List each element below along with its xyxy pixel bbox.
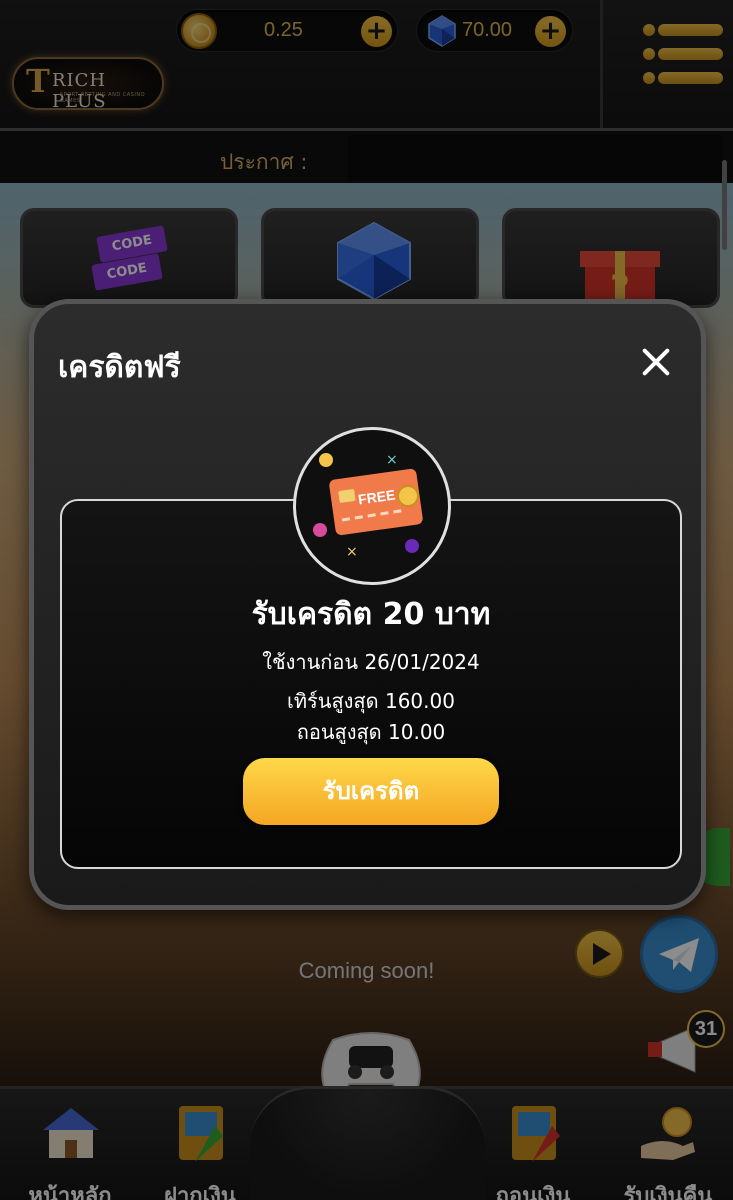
modal-title: เครดิตฟรี xyxy=(58,350,181,385)
max-withdraw-text: ถอนสูงสุด 10.00 xyxy=(296,720,446,744)
svg-text:×: × xyxy=(386,452,398,468)
credit-amount-heading: รับเครดิต 20 บาท xyxy=(251,597,491,632)
svg-text:×: × xyxy=(346,544,358,560)
expiry-date-text: ใช้งานก่อน 26/01/2024 xyxy=(262,650,480,674)
free-credit-badge: × × FREE xyxy=(293,427,451,585)
claim-credit-button[interactable]: รับเครดิต xyxy=(243,758,499,825)
free-credit-card-icon: × × xyxy=(313,452,423,560)
free-credit-modal: เครดิตฟรี รับเครดิต 20 บาท ใช้งานก่อน 26… xyxy=(29,299,706,910)
max-turnover-text: เทิร์นสูงสุด 160.00 xyxy=(287,689,455,713)
close-icon[interactable] xyxy=(638,344,674,380)
